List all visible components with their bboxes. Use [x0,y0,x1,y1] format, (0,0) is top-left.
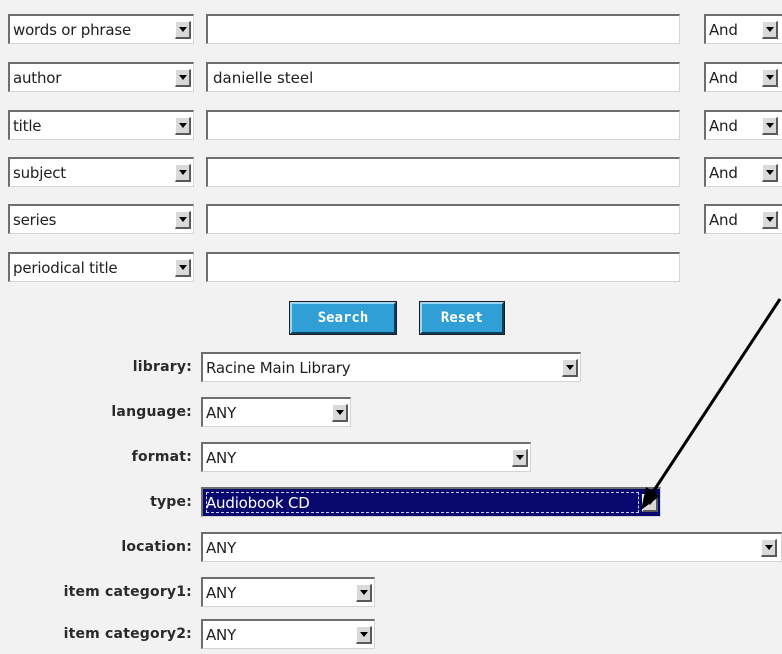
search-term-value: danielle steel [213,68,314,87]
field-select-row4[interactable]: subject [8,157,194,187]
search-term-input-row4[interactable] [206,157,680,187]
operator-label: And [709,163,738,182]
location-select[interactable]: ANY [201,532,782,562]
dropdown-arrow-icon[interactable] [762,210,778,229]
type-label: type: [150,494,192,510]
field-select-row5[interactable]: series [8,204,194,234]
dropdown-arrow-icon[interactable] [175,163,191,182]
dropdown-arrow-icon[interactable] [762,68,778,87]
type-select[interactable]: Audiobook CD [201,487,661,517]
item-category1-label: item category1: [63,584,192,600]
dropdown-arrow-icon[interactable] [762,116,778,135]
library-label: library: [132,359,192,375]
reset-button[interactable]: Reset [419,301,505,335]
location-value: ANY [206,538,237,557]
format-value: ANY [206,448,237,467]
library-value: Racine Main Library [206,358,351,377]
dropdown-arrow-icon[interactable] [512,448,528,467]
dropdown-arrow-icon[interactable] [175,116,191,135]
operator-select-row4[interactable]: And [704,157,782,187]
dropdown-arrow-icon[interactable] [642,493,658,512]
field-select-label: series [13,210,57,229]
type-value: Audiobook CD [206,493,310,512]
dropdown-arrow-icon[interactable] [356,625,372,644]
field-select-row6[interactable]: periodical title [8,252,194,282]
item-category1-select[interactable]: ANY [201,577,375,607]
operator-label: And [709,210,738,229]
search-term-input-row5[interactable] [206,204,680,234]
field-select-row2[interactable]: author [8,62,194,92]
language-value: ANY [206,403,237,422]
language-select[interactable]: ANY [201,397,351,427]
location-label: location: [121,539,192,555]
operator-select-row1[interactable]: And [704,14,782,44]
field-select-label: words or phrase [13,20,131,39]
dropdown-arrow-icon[interactable] [175,20,191,39]
library-select[interactable]: Racine Main Library [201,352,581,382]
dropdown-arrow-icon[interactable] [175,68,191,87]
operator-label: And [709,116,738,135]
field-select-row3[interactable]: title [8,110,194,140]
operator-label: And [709,20,738,39]
item-category2-value: ANY [206,625,237,644]
item-category1-value: ANY [206,583,237,602]
arrow-line [649,298,782,496]
format-label: format: [131,449,192,465]
format-select[interactable]: ANY [201,442,531,472]
dropdown-arrow-icon[interactable] [762,20,778,39]
operator-select-row3[interactable]: And [704,110,782,140]
field-select-label: subject [13,163,66,182]
item-category2-label: item category2: [63,626,192,642]
operator-label: And [709,68,738,87]
dropdown-arrow-icon[interactable] [175,210,191,229]
search-button[interactable]: Search [289,301,397,335]
operator-select-row5[interactable]: And [704,204,782,234]
field-select-row1[interactable]: words or phrase [8,14,194,44]
dropdown-arrow-icon[interactable] [762,163,778,182]
dropdown-arrow-icon[interactable] [175,258,191,277]
field-select-label: periodical title [13,258,118,277]
dropdown-arrow-icon[interactable] [356,583,372,602]
search-term-input-row3[interactable] [206,110,680,140]
dropdown-arrow-icon[interactable] [761,538,777,557]
language-label: language: [111,404,192,420]
dropdown-arrow-icon[interactable] [562,358,578,377]
search-term-input-row1[interactable] [206,14,680,44]
field-select-label: author [13,68,62,87]
search-term-input-row2[interactable]: danielle steel [206,62,680,92]
search-term-input-row6[interactable] [206,252,680,282]
item-category2-select[interactable]: ANY [201,619,375,649]
dropdown-arrow-icon[interactable] [332,403,348,422]
field-select-label: title [13,116,42,135]
operator-select-row2[interactable]: And [704,62,782,92]
